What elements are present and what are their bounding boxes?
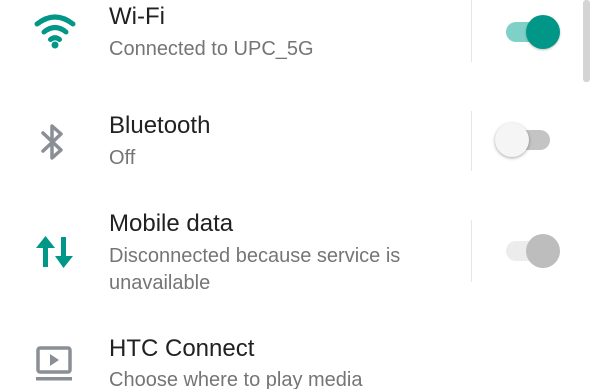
mobile-data-icon (36, 236, 73, 268)
toggle-thumb (526, 234, 560, 268)
mobile-data-toggle[interactable] (495, 231, 567, 271)
setting-row-wifi[interactable]: Wi-Fi Connected to UPC_5G (0, 0, 590, 85)
scrollbar[interactable] (583, 0, 590, 82)
toggle-thumb (495, 123, 529, 157)
mobile-data-status: Disconnected because service is unavaila… (109, 245, 401, 294)
htc-connect-title: HTC Connect (109, 335, 255, 362)
bluetooth-title: Bluetooth (109, 112, 211, 139)
bluetooth-status: Off (109, 147, 136, 169)
divider (471, 0, 472, 62)
cast-icon (36, 346, 72, 381)
bluetooth-icon (41, 124, 63, 160)
htc-connect-subtitle: Choose where to play media (109, 369, 363, 389)
bluetooth-toggle[interactable] (495, 120, 567, 160)
toggle-thumb (526, 15, 560, 49)
wifi-title: Wi-Fi (109, 3, 165, 30)
setting-row-htc-connect[interactable]: HTC Connect Choose where to play media (0, 325, 590, 389)
divider (471, 111, 472, 171)
wifi-status: Connected to UPC_5G (109, 38, 314, 60)
divider (471, 220, 472, 282)
wifi-toggle[interactable] (495, 12, 567, 52)
mobile-data-title: Mobile data (109, 210, 234, 237)
setting-row-bluetooth[interactable]: Bluetooth Off (0, 100, 590, 190)
wifi-icon (34, 14, 76, 49)
setting-row-mobile-data[interactable]: Mobile data Disconnected because service… (0, 205, 590, 310)
